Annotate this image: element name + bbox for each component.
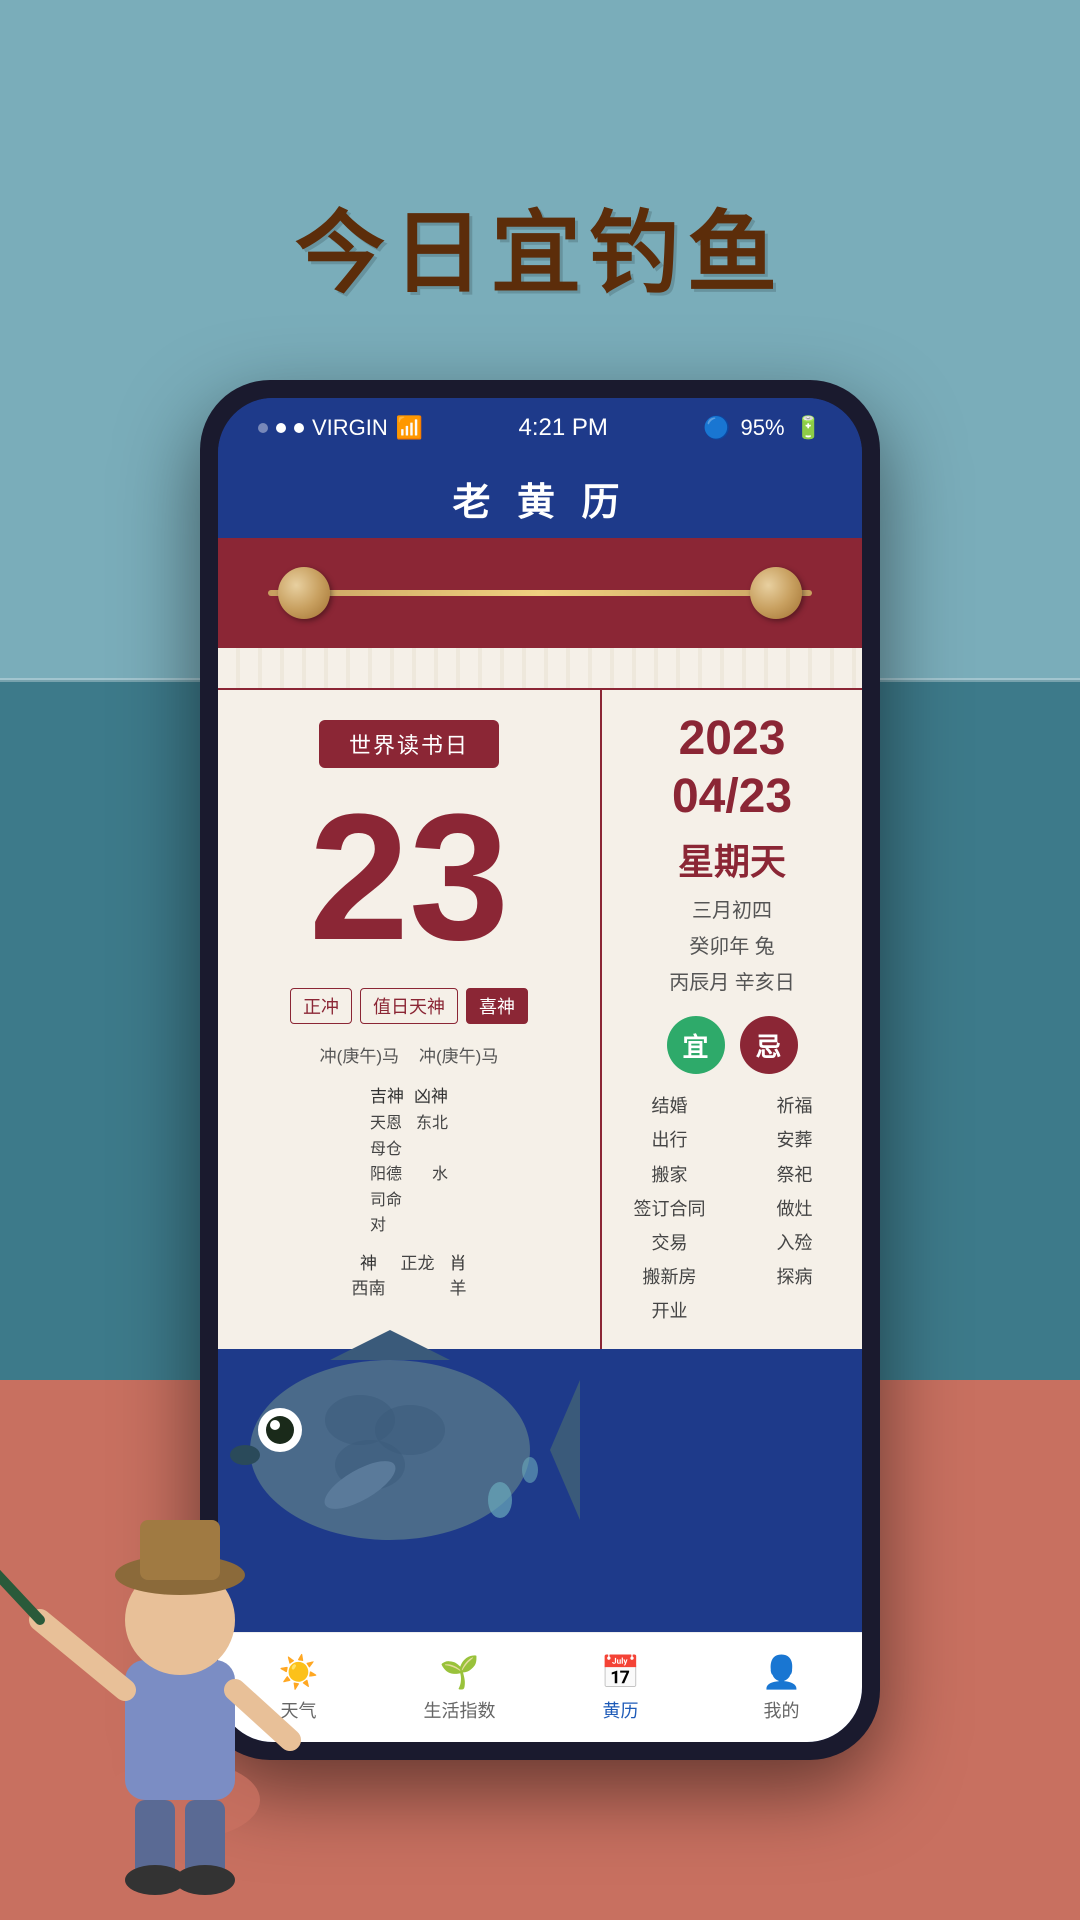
year-display: 2023 xyxy=(679,710,786,768)
calendar-label: 黄历 xyxy=(603,1697,639,1723)
mine-icon: 👤 xyxy=(762,1653,802,1691)
weather-icon: ☀️ xyxy=(279,1653,319,1691)
yi-item-5: 交易 xyxy=(617,1226,722,1260)
conflict-left: 冲(庚午)马 xyxy=(320,1042,399,1067)
tag-tiansheng: 值日天神 xyxy=(360,988,458,1024)
lunar-line-1: 三月初四 xyxy=(669,893,795,929)
calendar-main: 世界读书日 23 正冲 值日天神 喜神 冲(庚午)马 xyxy=(218,688,862,1349)
yi-item-2: 出行 xyxy=(617,1123,722,1157)
bluetooth-icon: 🔵 xyxy=(703,415,730,441)
yi-item-1: 结婚 xyxy=(617,1089,722,1123)
conflict-left-label: 冲(庚午)马 xyxy=(320,1042,399,1067)
extra-label-3: 肖 xyxy=(450,1249,467,1274)
mine-label: 我的 xyxy=(764,1697,800,1723)
scroll-knob-right xyxy=(750,567,802,619)
calendar-scroll-top xyxy=(218,538,862,648)
tags-row: 正冲 值日天神 喜神 xyxy=(290,988,528,1024)
app-title-bar: 老 黄 历 xyxy=(218,458,862,538)
extra-val-1: 西南 xyxy=(352,1274,386,1299)
life-label: 生活指数 xyxy=(424,1697,496,1723)
yi-ji-lists: 结婚 出行 搬家 签订合同 交易 搬新房 开业 祈福 安葬 xyxy=(617,1089,847,1328)
ji-list: 祈福 安葬 祭祀 做灶 入殓 探病 xyxy=(742,1089,847,1328)
lunar-line-2: 癸卯年 兔 xyxy=(669,929,795,965)
day-number: 23 xyxy=(309,788,509,968)
calendar-left: 世界读书日 23 正冲 值日天神 喜神 冲(庚午)马 xyxy=(218,690,602,1349)
god-col-left: 吉神 天恩母仓阳德司命对 xyxy=(370,1082,404,1239)
yi-button[interactable]: 宜 xyxy=(667,1016,725,1074)
ji-item-2: 安葬 xyxy=(742,1123,847,1157)
ji-item-5: 入殓 xyxy=(742,1226,847,1260)
status-left: VIRGIN 📶 xyxy=(258,415,423,441)
scroll-rod xyxy=(268,590,812,596)
bottom-nav: ☀️ 天气 🌱 生活指数 📅 黄历 👤 我的 xyxy=(218,1632,862,1742)
ji-item-3: 祭祀 xyxy=(742,1158,847,1192)
fish-illustration xyxy=(200,1300,580,1600)
nav-item-mine[interactable]: 👤 我的 xyxy=(701,1633,862,1742)
yi-item-7: 开业 xyxy=(617,1294,722,1328)
ji-label: 忌 xyxy=(755,1027,781,1064)
nav-item-life[interactable]: 🌱 生活指数 xyxy=(379,1633,540,1742)
signal-dot-3 xyxy=(294,423,304,433)
clock: 4:21 PM xyxy=(518,414,607,442)
tag-xishen: 喜神 xyxy=(466,988,528,1024)
yi-list: 结婚 出行 搬家 签订合同 交易 搬新房 开业 xyxy=(617,1089,722,1328)
conflict-right-label: 冲(庚午)马 xyxy=(419,1042,498,1067)
ji-item-4: 做灶 xyxy=(742,1192,847,1226)
god-items-left: 天恩母仓阳德司命对 xyxy=(370,1111,404,1239)
calendar-icon: 📅 xyxy=(601,1653,641,1691)
extra-label-1: 神 xyxy=(352,1249,386,1274)
ji-item-6: 探病 xyxy=(742,1260,847,1294)
extra-val-3: 羊 xyxy=(450,1274,467,1299)
extra-val-2: 正龙 xyxy=(401,1249,435,1274)
god-items-right: 东北水 xyxy=(414,1111,448,1188)
yi-item-4: 签订合同 xyxy=(617,1192,722,1226)
weather-label: 天气 xyxy=(281,1697,317,1723)
nav-item-calendar[interactable]: 📅 黄历 xyxy=(540,1633,701,1742)
god-title-right: 凶神 xyxy=(414,1082,448,1107)
extra-col-2: 正龙 xyxy=(401,1249,435,1299)
month-day-display: 04/23 xyxy=(672,768,792,826)
carrier-label: VIRGIN xyxy=(312,415,388,441)
yi-item-3: 搬家 xyxy=(617,1158,722,1192)
nav-item-weather[interactable]: ☀️ 天气 xyxy=(218,1633,379,1742)
god-section: 吉神 天恩母仓阳德司命对 凶神 东北水 xyxy=(370,1082,448,1239)
extra-col-3: 肖 羊 xyxy=(450,1249,467,1299)
god-title-left: 吉神 xyxy=(370,1082,404,1107)
hero-title: 今日宜钓鱼 xyxy=(295,180,785,310)
god-col-right: 凶神 东北水 xyxy=(414,1082,448,1239)
yi-item-6: 搬新房 xyxy=(617,1260,722,1294)
lunar-info: 三月初四 癸卯年 兔 丙辰月 辛亥日 xyxy=(669,893,795,1001)
signal-dot-1 xyxy=(258,423,268,433)
tag-zhong: 正冲 xyxy=(290,988,352,1024)
yi-label: 宜 xyxy=(682,1027,708,1064)
calendar-right: 2023 04/23 星期天 三月初四 癸卯年 兔 丙辰月 辛亥日 宜 xyxy=(602,690,862,1349)
app-title: 老 黄 历 xyxy=(452,471,627,526)
extra-col-1: 神 西南 xyxy=(352,1249,386,1299)
battery-icon: 🔋 xyxy=(795,415,822,441)
weekday-display: 星期天 xyxy=(678,833,786,885)
status-bar: VIRGIN 📶 4:21 PM 🔵 95% 🔋 xyxy=(218,398,862,458)
life-icon: 🌱 xyxy=(440,1653,480,1691)
extra-tags-row: 神 西南 正龙 肖 羊 xyxy=(352,1249,467,1299)
scroll-knob-left xyxy=(278,567,330,619)
status-right: 🔵 95% 🔋 xyxy=(703,415,822,441)
yi-ji-row: 宜 忌 xyxy=(667,1016,798,1074)
conflict-row-1: 冲(庚午)马 冲(庚午)马 xyxy=(320,1042,499,1067)
event-badge: 世界读书日 xyxy=(319,720,499,768)
ji-button[interactable]: 忌 xyxy=(740,1016,798,1074)
signal-dot-2 xyxy=(276,423,286,433)
conflict-right: 冲(庚午)马 xyxy=(419,1042,498,1067)
battery-label: 95% xyxy=(741,415,785,441)
torn-edge xyxy=(218,648,862,688)
wifi-icon: 📶 xyxy=(396,415,423,441)
ji-item-1: 祈福 xyxy=(742,1089,847,1123)
lunar-line-3: 丙辰月 辛亥日 xyxy=(669,965,795,1001)
